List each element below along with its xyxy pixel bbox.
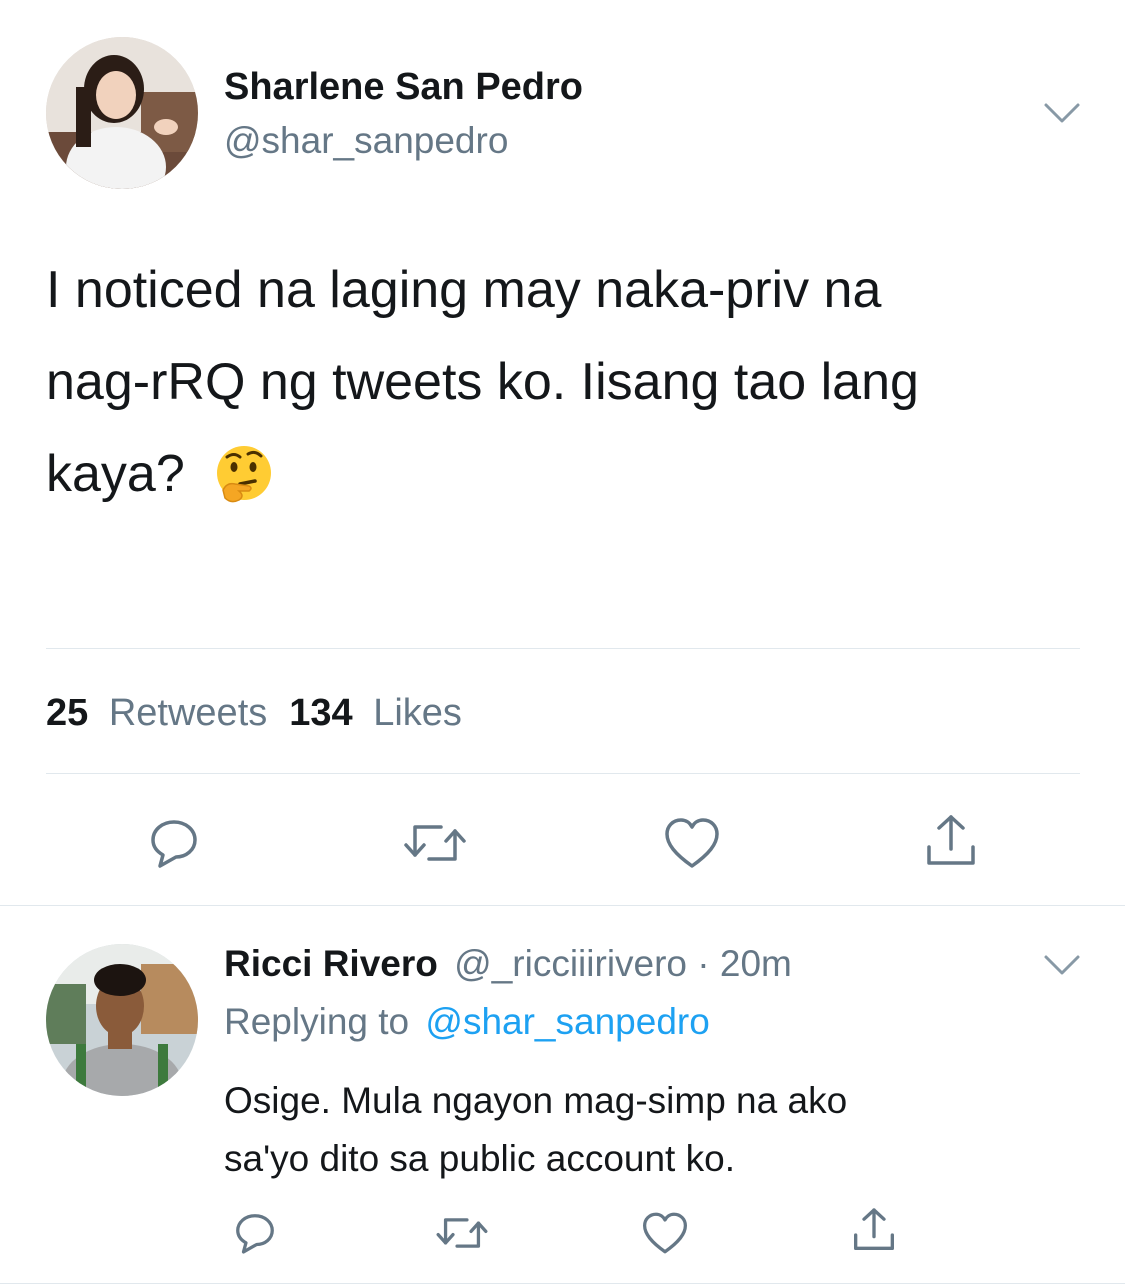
divider (46, 648, 1080, 649)
replying-to-handle[interactable]: @shar_sanpedro (425, 1001, 709, 1042)
tweet-stats: 25 Retweets 134 Likes (46, 690, 462, 736)
replying-to-label: Replying to (224, 1001, 410, 1042)
heart-icon[interactable] (662, 813, 722, 873)
tweet-text-line: I noticed na laging may naka-priv na (46, 261, 882, 319)
timestamp[interactable]: 20m (720, 943, 792, 984)
divider (0, 1283, 1125, 1284)
retweet-icon[interactable] (432, 1208, 492, 1258)
author-name[interactable]: Sharlene San Pedro (224, 64, 583, 110)
reply-text-line: Osige. Mula ngayon mag-simp na ako (224, 1080, 848, 1121)
retweet-stat[interactable]: 25 Retweets (46, 690, 267, 736)
reply-text: Osige. Mula ngayon mag-simp na ako sa'yo… (224, 1072, 847, 1188)
avatar-photo (46, 944, 198, 1096)
divider (46, 773, 1080, 774)
avatar[interactable] (46, 37, 198, 189)
share-icon[interactable] (920, 810, 982, 872)
tweet-text-line-3: kaya? (46, 445, 185, 503)
retweet-label: Retweets (108, 692, 268, 734)
avatar[interactable] (46, 944, 198, 1096)
like-count: 134 (289, 692, 353, 734)
reply-icon[interactable] (144, 813, 204, 873)
thinking-face-icon (213, 443, 275, 505)
author-handle[interactable]: @_ricciiirivero (454, 943, 687, 984)
author-handle[interactable]: @shar_sanpedro (224, 118, 508, 164)
share-icon[interactable] (848, 1204, 900, 1256)
reply-icon[interactable] (230, 1208, 280, 1258)
reply-text-line: sa'yo dito sa public account ko. (224, 1138, 735, 1179)
tweet-text-line: nag-rRQ ng tweets ko. Iisang tao lang (46, 353, 919, 411)
like-label: Likes (373, 692, 462, 734)
replying-to: Replying to @shar_sanpedro (224, 999, 710, 1045)
avatar-photo (46, 37, 198, 189)
divider (0, 905, 1125, 906)
tweet-text-line: kaya? (46, 428, 1106, 520)
retweet-icon[interactable] (400, 813, 470, 873)
author-name[interactable]: Ricci Rivero (224, 943, 438, 984)
retweet-count: 25 (46, 692, 89, 734)
chevron-down-icon[interactable] (1040, 948, 1084, 982)
tweet-text: I noticed na laging may naka-priv na nag… (46, 244, 1106, 520)
chevron-down-icon[interactable] (1040, 96, 1084, 130)
heart-icon[interactable] (640, 1208, 690, 1258)
reply-header: Ricci Rivero @_ricciiirivero · 20m (224, 941, 792, 987)
like-stat[interactable]: 134 Likes (289, 690, 462, 736)
separator: · (697, 943, 710, 984)
